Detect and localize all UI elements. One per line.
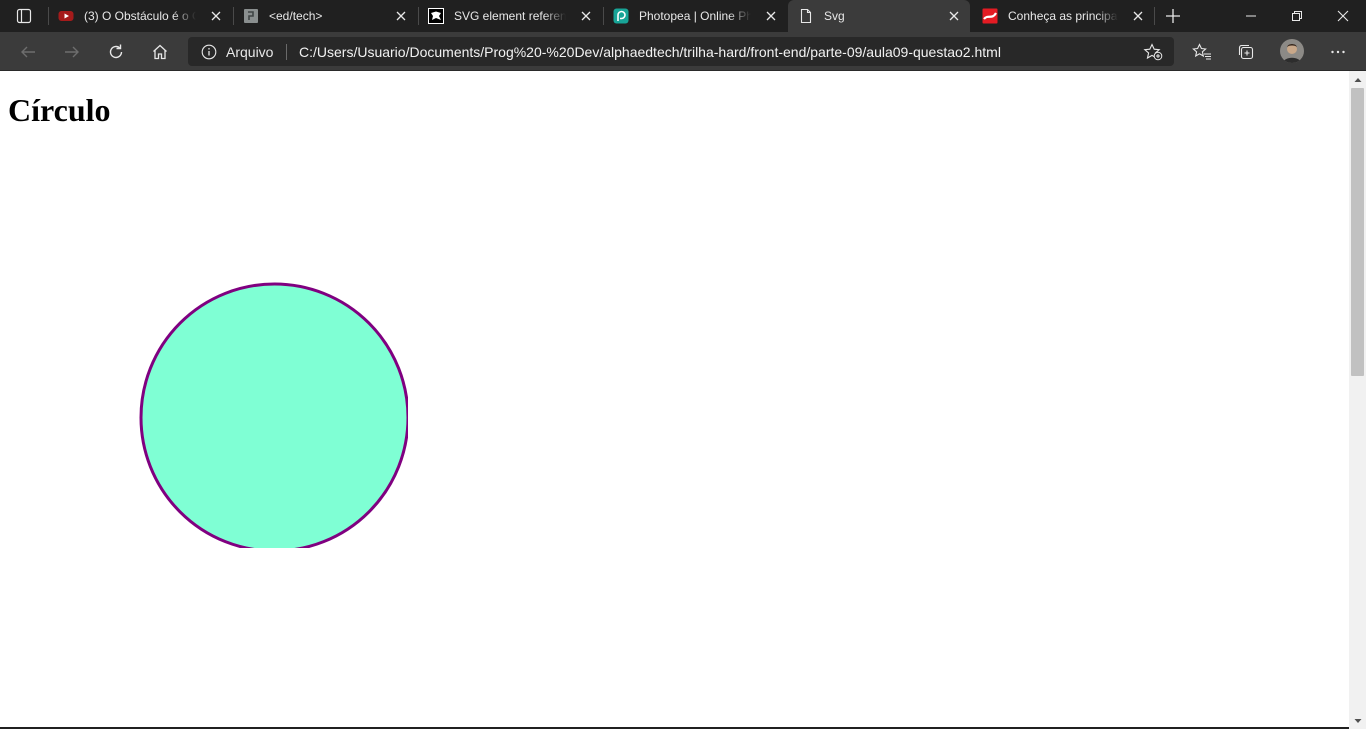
tab-edtech[interactable]: <ed/tech> <box>233 0 417 32</box>
photopea-icon <box>613 8 629 24</box>
close-icon[interactable] <box>210 10 222 22</box>
forward-button[interactable] <box>59 39 85 65</box>
tab-svg-reference[interactable]: SVG element referenc <box>418 0 602 32</box>
favorites-button[interactable] <box>1189 39 1215 65</box>
collections-icon <box>1238 44 1254 60</box>
url-text[interactable]: C:/Users/Usuario/Documents/Prog%20-%20De… <box>299 44 1001 60</box>
page-viewport: Círculo <box>0 71 1349 729</box>
new-tab-button[interactable] <box>1162 6 1184 26</box>
circle-shape <box>139 282 408 548</box>
restore-icon <box>1292 11 1302 21</box>
star-add-icon <box>1143 43 1163 61</box>
tab-photopea[interactable]: Photopea | Online Pho <box>603 0 787 32</box>
close-icon[interactable] <box>948 10 960 22</box>
close-icon[interactable] <box>580 10 592 22</box>
plus-icon <box>1166 9 1180 23</box>
home-button[interactable] <box>147 39 173 65</box>
tab-separator <box>48 7 49 25</box>
site-info-label[interactable]: Arquivo <box>226 44 273 60</box>
edtech-icon <box>244 9 258 23</box>
close-icon[interactable] <box>765 10 777 22</box>
tab-separator <box>418 7 419 25</box>
info-icon[interactable] <box>201 44 217 60</box>
address-bar[interactable]: Arquivo C:/Users/Usuario/Documents/Prog%… <box>188 37 1174 66</box>
document-icon <box>800 8 812 24</box>
page-title: Círculo <box>8 92 111 128</box>
back-button[interactable] <box>15 39 41 65</box>
tab-svg-active[interactable]: Svg <box>788 0 970 32</box>
youtube-icon <box>58 11 74 21</box>
restore-button[interactable] <box>1274 0 1320 32</box>
tab-separator <box>1154 7 1155 25</box>
settings-more-button[interactable] <box>1325 39 1351 65</box>
arrow-right-icon <box>65 46 79 58</box>
tab-title: (3) O Obstáculo é o Ca <box>84 9 196 23</box>
refresh-button[interactable] <box>103 39 129 65</box>
address-divider <box>286 44 287 60</box>
avatar-icon <box>1280 39 1304 63</box>
vertical-scrollbar[interactable] <box>1349 71 1366 729</box>
tab-actions-button[interactable] <box>8 4 40 28</box>
triangle-up-icon <box>1354 77 1361 82</box>
tab-separator <box>233 7 234 25</box>
home-icon <box>153 44 167 60</box>
close-window-icon <box>1337 10 1349 22</box>
refresh-icon <box>109 44 123 59</box>
browser-window: (3) O Obstáculo é o Ca <ed/tech> SVG ele… <box>0 0 1366 729</box>
scroll-down-button[interactable] <box>1349 712 1366 729</box>
svg-canvas <box>139 282 408 548</box>
close-icon[interactable] <box>395 10 407 22</box>
minimize-button[interactable] <box>1228 0 1274 32</box>
tab-title: Conheça as principais <box>1008 9 1118 23</box>
favorites-icon <box>1192 43 1211 60</box>
scroll-thumb[interactable] <box>1351 88 1364 376</box>
collections-button[interactable] <box>1233 39 1259 65</box>
tab-strip: (3) O Obstáculo é o Ca <ed/tech> SVG ele… <box>0 0 1366 32</box>
tab-title: SVG element referenc <box>454 9 566 23</box>
scroll-up-button[interactable] <box>1349 71 1366 88</box>
close-window-button[interactable] <box>1320 0 1366 32</box>
browser-toolbar: Arquivo C:/Users/Usuario/Documents/Prog%… <box>0 32 1366 71</box>
tab-conheca[interactable]: Conheça as principais <box>972 0 1155 32</box>
triangle-down-icon <box>1354 718 1361 723</box>
arrow-left-icon <box>21 46 35 58</box>
add-favorite-button[interactable] <box>1142 42 1164 62</box>
tab-title: <ed/tech> <box>269 9 323 23</box>
tab-separator <box>603 7 604 25</box>
tab-youtube[interactable]: (3) O Obstáculo é o Ca <box>48 0 232 32</box>
profile-avatar[interactable] <box>1280 39 1304 63</box>
red-site-icon <box>982 8 998 24</box>
more-icon <box>1331 50 1345 54</box>
minimize-icon <box>1246 15 1256 17</box>
mdn-icon <box>428 8 444 24</box>
tab-title: Photopea | Online Pho <box>639 9 751 23</box>
tab-actions-icon <box>16 8 32 24</box>
close-icon[interactable] <box>1132 10 1144 22</box>
tab-title: Svg <box>824 9 845 23</box>
